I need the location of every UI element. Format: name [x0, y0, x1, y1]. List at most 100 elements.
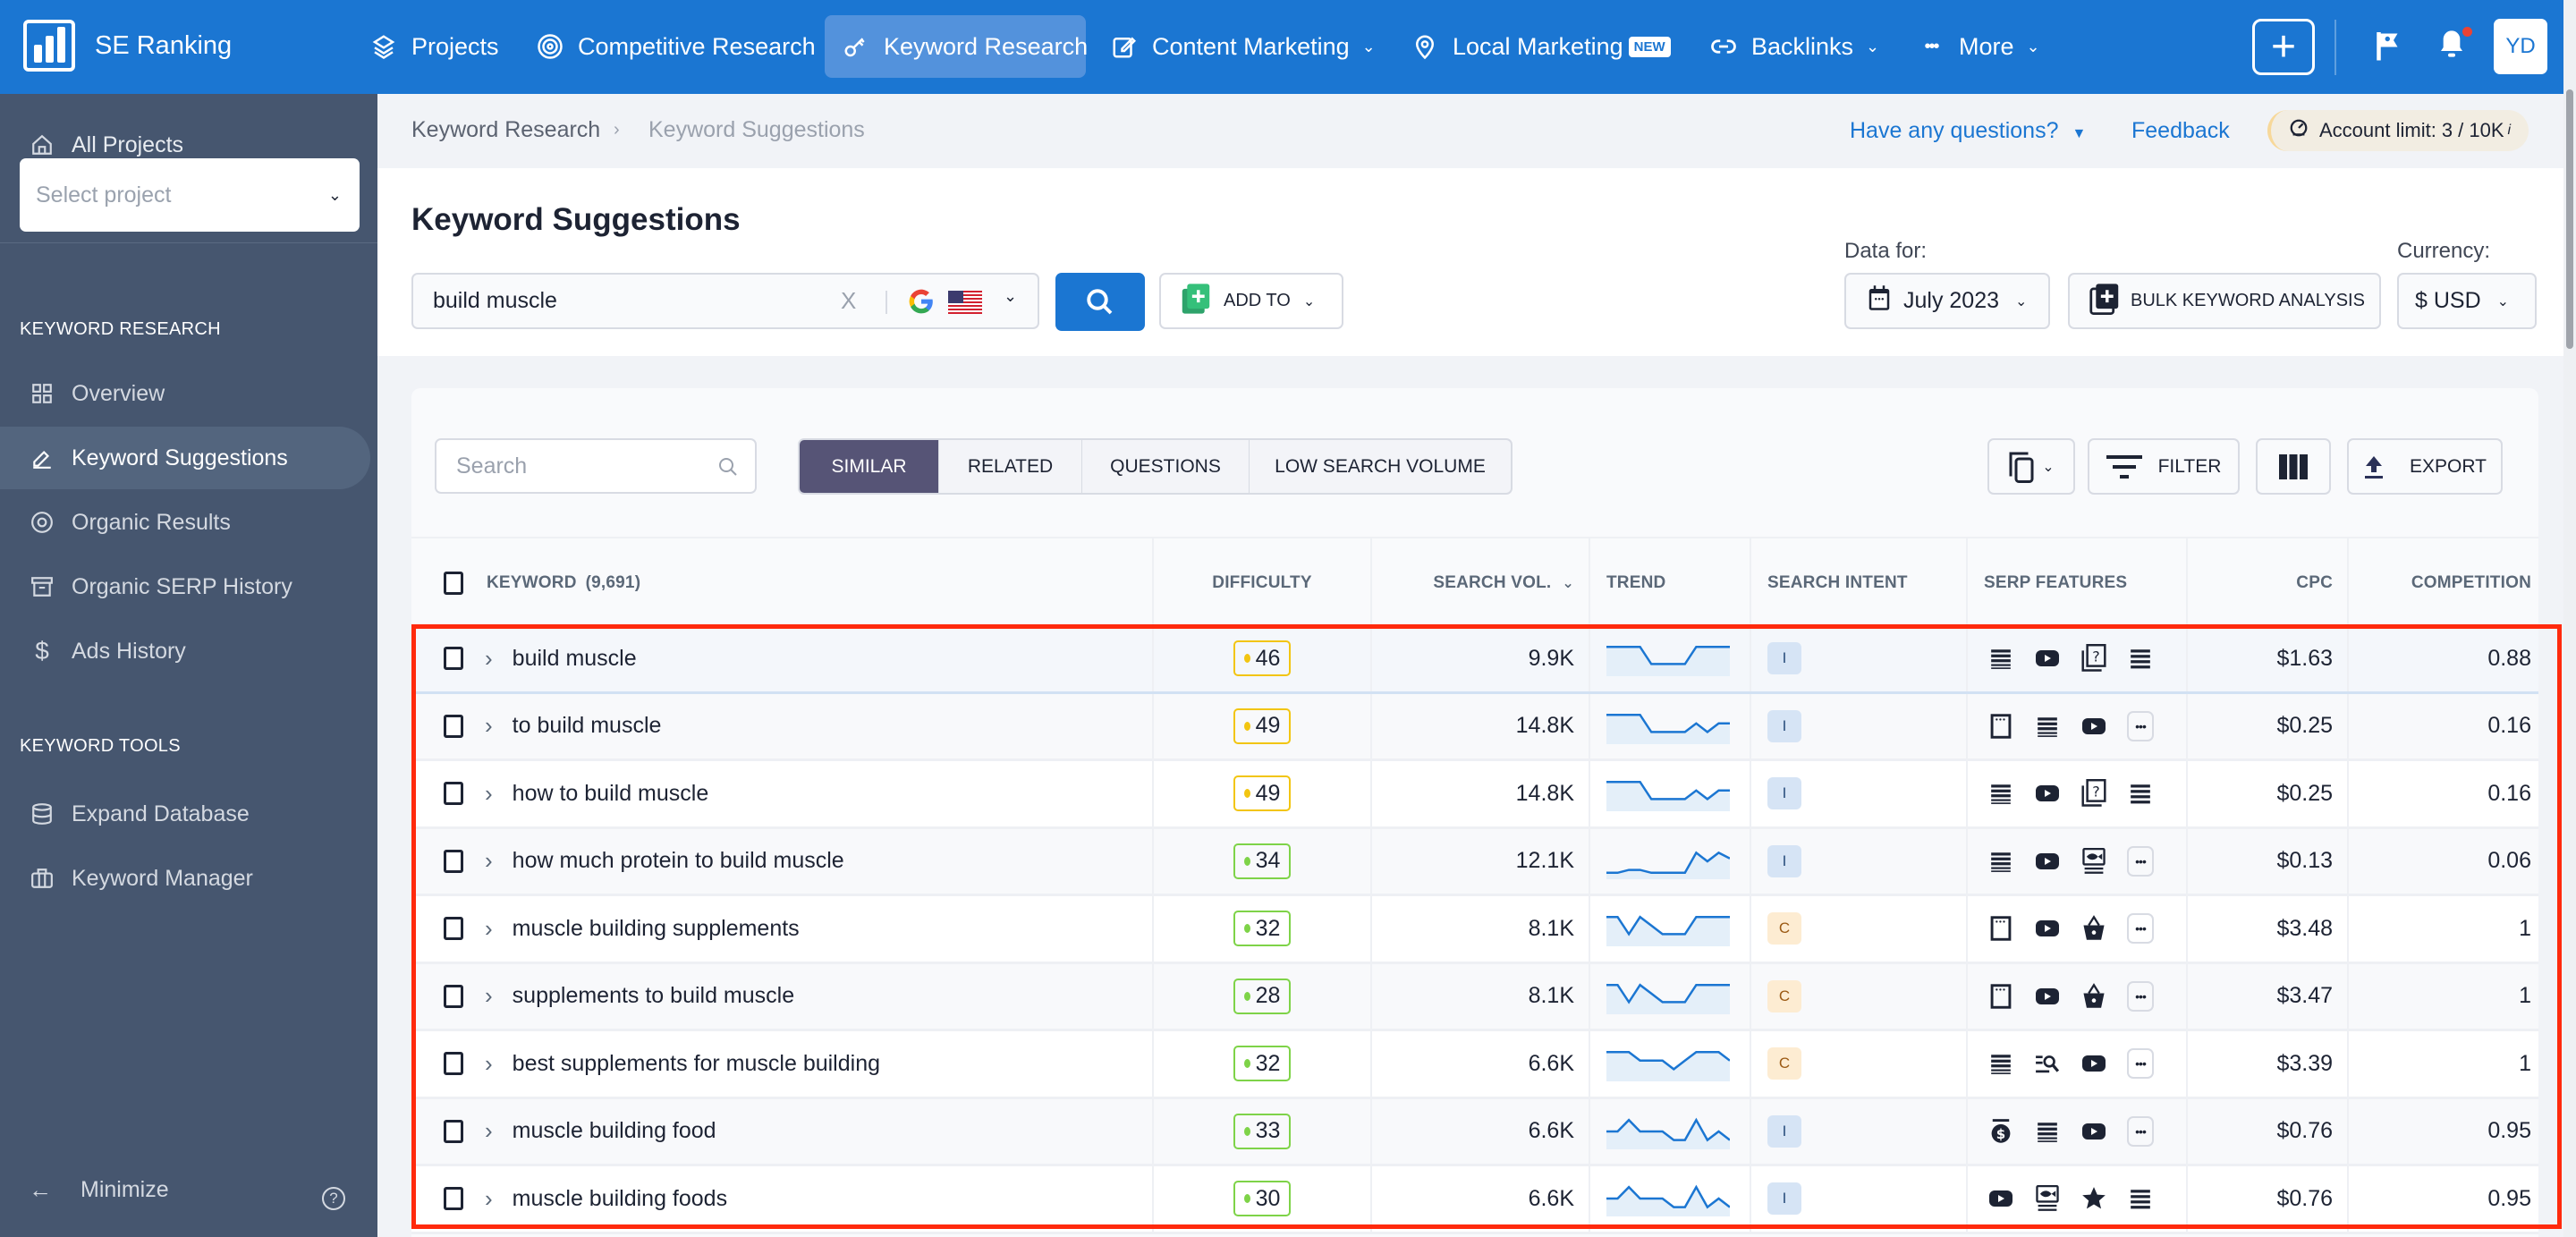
- search-button[interactable]: [1055, 273, 1145, 331]
- tab-similar[interactable]: SIMILAR: [800, 440, 939, 493]
- organic-list-icon[interactable]: [1987, 645, 2014, 672]
- column-trend[interactable]: TREND: [1589, 538, 1750, 628]
- more-serp-features-button[interactable]: •••: [2127, 913, 2154, 945]
- sidebar-item-organic-results[interactable]: Organic Results: [0, 491, 370, 554]
- minimize-sidebar-button[interactable]: ← Minimize: [29, 1176, 169, 1204]
- sidebar-item-overview[interactable]: Overview: [0, 362, 370, 425]
- video-icon[interactable]: [2034, 983, 2061, 1010]
- keyword-text[interactable]: to build muscle: [513, 713, 662, 739]
- sidebar-item-organic-serp-history[interactable]: Organic SERP History: [0, 555, 370, 618]
- expand-chevron-icon[interactable]: ›: [485, 1117, 493, 1145]
- currency-dropdown[interactable]: $ USD ⌄: [2397, 273, 2537, 329]
- row-checkbox[interactable]: [444, 1187, 463, 1211]
- table-row[interactable]: › build muscle 46 9.9K I ? $1.63 0.88: [411, 626, 2538, 694]
- sidebar-item-keyword-suggestions[interactable]: Keyword Suggestions: [0, 427, 370, 489]
- faq-icon[interactable]: ?: [2080, 779, 2107, 808]
- add-to-button[interactable]: ADD TO ⌄: [1159, 273, 1343, 329]
- column-serp-features[interactable]: SERP FEATURES: [1966, 538, 2186, 628]
- expand-chevron-icon[interactable]: ›: [485, 982, 493, 1010]
- more-serp-features-button[interactable]: •••: [2127, 1048, 2154, 1080]
- reviews-star-icon[interactable]: [2080, 1185, 2107, 1212]
- column-search-intent[interactable]: SEARCH INTENT: [1750, 538, 1966, 628]
- organic-list-icon[interactable]: [1987, 780, 2014, 807]
- export-button[interactable]: EXPORT: [2347, 438, 2503, 495]
- bulk-keyword-analysis-button[interactable]: BULK KEYWORD ANALYSIS: [2068, 273, 2381, 329]
- tab-related[interactable]: RELATED: [939, 440, 1082, 493]
- list-icon[interactable]: [2127, 1185, 2154, 1212]
- nav-more[interactable]: ••• More ⌄: [1900, 15, 2058, 78]
- sidebar-item-keyword-manager[interactable]: Keyword Manager: [0, 847, 370, 910]
- expand-chevron-icon[interactable]: ›: [485, 1185, 493, 1213]
- month-picker[interactable]: July 2023 ⌄: [1844, 273, 2050, 329]
- expand-chevron-icon[interactable]: ›: [485, 1050, 493, 1078]
- keyword-text[interactable]: best supplements for muscle building: [513, 1051, 880, 1077]
- column-difficulty[interactable]: DIFFICULTY: [1152, 538, 1370, 628]
- nav-competitive-research[interactable]: Competitive Research: [519, 15, 834, 78]
- table-row[interactable]: › muscle building foods 30 6.6K I $0.76 …: [411, 1166, 2538, 1234]
- flag-icon[interactable]: [2375, 30, 2402, 66]
- breadcrumb-keyword-research[interactable]: Keyword Research: [411, 117, 600, 143]
- organic-list-icon[interactable]: [1987, 1050, 2014, 1077]
- table-row[interactable]: › supplements to build muscle 28 8.1K C …: [411, 963, 2538, 1031]
- add-button[interactable]: +: [2252, 19, 2315, 75]
- nav-local-marketing[interactable]: Local Marketing NEW: [1394, 15, 1689, 78]
- expand-chevron-icon[interactable]: ›: [485, 847, 493, 875]
- row-checkbox[interactable]: [444, 984, 463, 1008]
- row-checkbox[interactable]: [444, 1119, 463, 1143]
- more-serp-features-button[interactable]: •••: [2127, 710, 2154, 741]
- ads-icon[interactable]: $: [1987, 1118, 2014, 1145]
- more-serp-features-button[interactable]: •••: [2127, 845, 2154, 877]
- keyword-text[interactable]: muscle building food: [513, 1118, 716, 1144]
- feedback-link[interactable]: Feedback: [2131, 118, 2230, 144]
- google-icon[interactable]: [907, 286, 936, 323]
- video-icon[interactable]: [2080, 1118, 2107, 1145]
- table-row[interactable]: › how to build muscle 49 14.8K I ? $0.25…: [411, 761, 2538, 829]
- snippet-icon[interactable]: [1987, 915, 2014, 942]
- user-avatar[interactable]: YD: [2494, 19, 2547, 74]
- sidebar-item-ads-history[interactable]: $ Ads History: [0, 620, 370, 682]
- video-icon[interactable]: [2034, 645, 2061, 672]
- table-row[interactable]: › to build muscle 49 14.8K I ••• $0.25 0…: [411, 693, 2538, 761]
- row-checkbox[interactable]: [444, 849, 463, 873]
- row-checkbox[interactable]: [444, 917, 463, 941]
- more-serp-features-button[interactable]: •••: [2127, 980, 2154, 1012]
- organic-list-icon[interactable]: [1987, 848, 2014, 875]
- organic-list-icon[interactable]: [2034, 1118, 2061, 1145]
- video-icon[interactable]: [2034, 915, 2061, 942]
- video-icon[interactable]: [2034, 780, 2061, 807]
- video-icon[interactable]: [2034, 848, 2061, 875]
- image-pack-icon[interactable]: [2080, 847, 2107, 875]
- table-row[interactable]: › best supplements for muscle building 3…: [411, 1031, 2538, 1099]
- us-flag-icon[interactable]: [948, 291, 982, 314]
- expand-chevron-icon[interactable]: ›: [485, 645, 493, 673]
- nav-keyword-research[interactable]: Keyword Research: [825, 15, 1088, 78]
- tab-questions[interactable]: QUESTIONS: [1082, 440, 1250, 493]
- column-keyword[interactable]: KEYWORD (9,691): [411, 538, 1152, 628]
- row-checkbox[interactable]: [444, 714, 463, 738]
- keyword-input[interactable]: build muscle X ⌄: [411, 273, 1039, 329]
- video-icon[interactable]: [2080, 713, 2107, 740]
- sidebar-item-expand-database[interactable]: Expand Database: [0, 783, 370, 845]
- row-checkbox[interactable]: [444, 647, 463, 671]
- nav-projects[interactable]: Projects: [352, 15, 517, 78]
- video-icon[interactable]: [1987, 1185, 2014, 1212]
- help-icon[interactable]: ?: [322, 1187, 345, 1210]
- page-scrollbar[interactable]: [2563, 0, 2576, 1237]
- clear-icon[interactable]: X: [841, 287, 856, 315]
- filter-button[interactable]: FILTER: [2088, 438, 2240, 495]
- table-row[interactable]: › how much protein to build muscle 34 12…: [411, 828, 2538, 896]
- account-limit-badge[interactable]: Account limit: 3 / 10K i: [2267, 110, 2529, 151]
- row-checkbox[interactable]: [444, 1052, 463, 1076]
- expand-chevron-icon[interactable]: ›: [485, 712, 493, 740]
- image-pack-icon[interactable]: [2034, 1185, 2061, 1212]
- keyword-text[interactable]: build muscle: [513, 646, 637, 672]
- copy-dropdown-button[interactable]: ⌄: [1987, 438, 2075, 495]
- keyword-text[interactable]: how to build muscle: [513, 781, 709, 807]
- related-search-icon[interactable]: [2034, 1050, 2061, 1077]
- nav-content-marketing[interactable]: Content Marketing ⌄: [1093, 15, 1394, 78]
- expand-chevron-icon[interactable]: ›: [485, 915, 493, 943]
- keyword-text[interactable]: supplements to build muscle: [513, 983, 794, 1009]
- column-cpc[interactable]: CPC: [2186, 538, 2347, 628]
- faq-icon[interactable]: ?: [2080, 644, 2107, 673]
- video-icon[interactable]: [2080, 1050, 2107, 1077]
